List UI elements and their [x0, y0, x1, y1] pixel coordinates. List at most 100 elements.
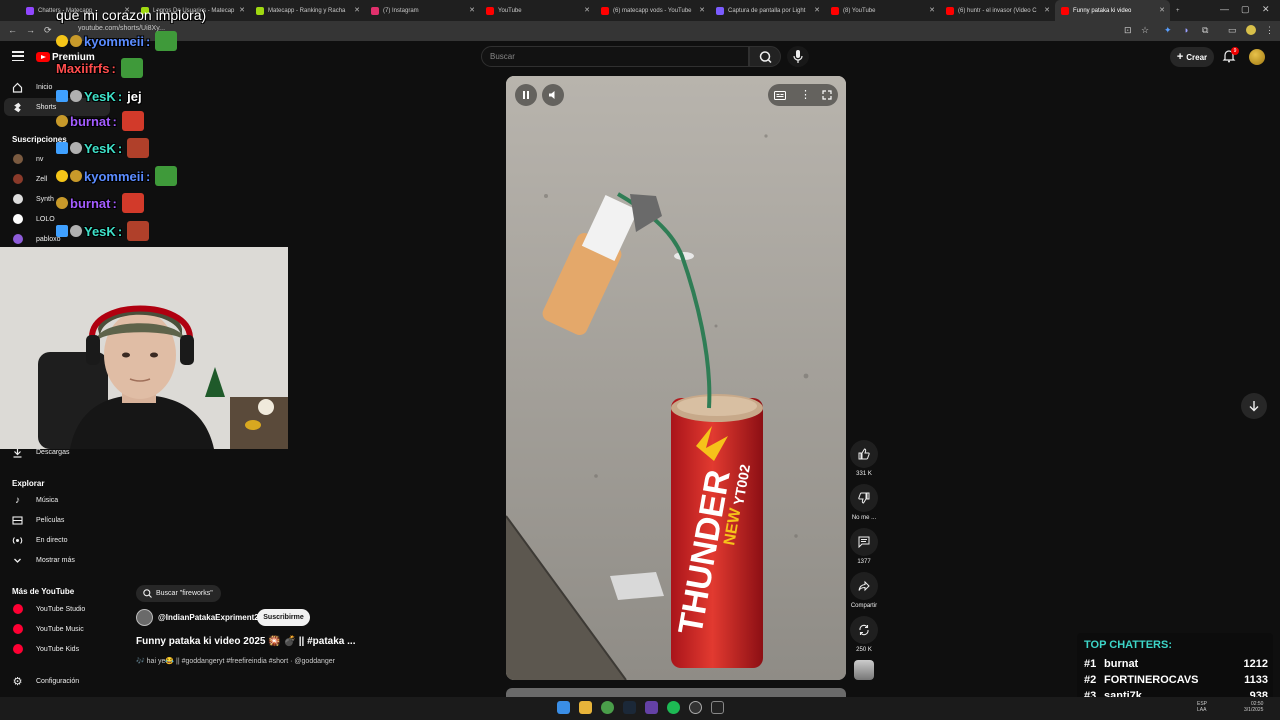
minimize-icon[interactable]: — [1220, 4, 1229, 14]
remix-button[interactable]: 250 K [848, 616, 880, 653]
plus-icon: + [1176, 51, 1184, 63]
tab-close-icon[interactable]: ✕ [1159, 6, 1165, 14]
sidebar-item-youtube-music[interactable]: YouTube Music [0, 620, 110, 638]
thumbs-up-icon [858, 448, 870, 460]
extension-icon[interactable]: ✦ [1164, 25, 1172, 36]
install-icon[interactable]: ⊡ [1124, 25, 1132, 36]
sidebar-item-mostrar-mas[interactable]: Mostrar más [0, 551, 110, 569]
share-button[interactable]: Compartir [848, 572, 880, 609]
sidepanel-icon[interactable]: ▭ [1228, 25, 1237, 36]
video-description[interactable]: 🎶 hai ye😂 || #goddangeryt #freefireindia… [136, 657, 335, 665]
chrome-icon[interactable] [601, 701, 614, 714]
like-button[interactable]: 331 K [848, 440, 880, 477]
tab-close-icon[interactable]: ✕ [929, 6, 935, 14]
chat-username: YesK [84, 223, 116, 239]
reload-icon[interactable]: ⟳ [44, 25, 52, 36]
search-button[interactable] [749, 46, 781, 67]
sidebar-item-youtube-kids[interactable]: YouTube Kids [0, 640, 110, 658]
twitch-icon[interactable] [645, 701, 658, 714]
youtube-logo-icon[interactable] [36, 52, 50, 62]
browser-tab-active[interactable]: Funny pataka ki video ✕ [1055, 0, 1170, 21]
home-icon [12, 82, 23, 93]
spotify-icon[interactable] [667, 701, 680, 714]
sidebar-item-label: Inicio [36, 83, 53, 91]
bookmark-star-icon[interactable]: ☆ [1141, 25, 1149, 36]
chat-colon: : [117, 140, 123, 156]
sidebar-item-configuracion[interactable]: ⚙ Configuración [0, 672, 110, 690]
extension-icon[interactable]: ◑ [1183, 25, 1188, 35]
new-tab-button[interactable]: + [1170, 0, 1190, 21]
hamburger-menu-icon[interactable] [12, 51, 24, 61]
create-button[interactable]: + Crear [1170, 47, 1214, 67]
sidebar-item-peliculas[interactable]: Películas [0, 511, 110, 529]
obs-icon[interactable] [689, 701, 702, 714]
browser-tab[interactable]: YouTube ✕ [480, 0, 595, 21]
shorts-video-player[interactable]: THUNDER NEW YT002 ⋮ [506, 76, 846, 680]
tab-close-icon[interactable]: ✕ [584, 6, 590, 14]
clock[interactable]: 02:50 3/1/2025 [1244, 701, 1263, 713]
tab-close-icon[interactable]: ✕ [469, 6, 475, 14]
search-input[interactable]: Buscar [481, 46, 749, 67]
santa-emote-icon [121, 111, 144, 131]
tab-close-icon[interactable]: ✕ [239, 6, 245, 14]
coin-badge-icon [56, 115, 68, 127]
tab-favicon-icon [1061, 6, 1069, 15]
pause-icon [523, 91, 529, 99]
comments-button[interactable]: 1377 [848, 528, 880, 565]
tab-label: Captura de pantalla por Light [728, 7, 806, 14]
tab-close-icon[interactable]: ✕ [814, 6, 820, 14]
account-avatar[interactable] [1249, 49, 1265, 65]
windows-start-icon[interactable] [557, 701, 570, 714]
channel-name[interactable]: @IndianPatakaExpriment2 [158, 613, 259, 622]
fullscreen-icon[interactable] [822, 90, 832, 100]
file-explorer-icon[interactable] [579, 701, 592, 714]
window-close-icon[interactable]: ✕ [1262, 4, 1270, 15]
sound-thumbnail[interactable] [854, 660, 874, 680]
sidebar-item-label: Zell [36, 175, 48, 183]
pause-button[interactable] [515, 84, 537, 106]
next-video-button[interactable] [1241, 393, 1267, 419]
chat-message: burnat: [56, 109, 144, 133]
sidebar-item-musica[interactable]: ♪ Música [0, 491, 110, 509]
browser-tab[interactable]: (8) YouTube ✕ [825, 0, 940, 21]
dislike-button[interactable]: No me ... [848, 484, 880, 521]
sidebar-item-label: Synth [36, 195, 54, 203]
crown-badge-icon [56, 170, 68, 182]
back-icon[interactable]: ← [8, 25, 17, 35]
browser-tab[interactable]: Captura de pantalla por Light ✕ [710, 0, 825, 21]
sidebar-item-label: Configuración [36, 677, 80, 685]
tab-close-icon[interactable]: ✕ [1044, 6, 1050, 14]
browser-tab[interactable]: (6) huntr - el invasor (Video C ✕ [940, 0, 1055, 21]
subscribe-button[interactable]: Suscribirme [257, 609, 310, 626]
browser-tab[interactable]: (7) Instagram ✕ [365, 0, 480, 21]
volume-button[interactable] [542, 84, 564, 106]
system-tray[interactable]: ESP LAA [1197, 701, 1207, 713]
sidebar-item-label: Películas [36, 516, 65, 524]
search-suggestion-chip[interactable]: Buscar "fireworks" [136, 585, 221, 602]
chatter-count: 1212 [1243, 658, 1268, 670]
profile-icon[interactable] [1246, 25, 1256, 35]
extensions-puzzle-icon[interactable]: ⧉ [1202, 25, 1208, 36]
browser-tab[interactable]: Matecapp - Ranking y Racha ✕ [250, 0, 365, 21]
browser-menu-icon[interactable]: ⋮ [1265, 25, 1274, 36]
captions-icon[interactable] [774, 91, 786, 100]
maximize-icon[interactable]: ▢ [1241, 4, 1250, 15]
sidebar-item-label: Mostrar más [36, 556, 75, 564]
channel-avatar[interactable] [136, 609, 153, 626]
sidebar-item-youtube-studio[interactable]: YouTube Studio [0, 600, 110, 618]
steam-icon[interactable] [623, 701, 636, 714]
tab-close-icon[interactable]: ✕ [699, 6, 705, 14]
voice-search-button[interactable] [787, 46, 809, 67]
browser-tab[interactable]: (6) matecapp vods - YouTube ✕ [595, 0, 710, 21]
video-title[interactable]: Funny pataka ki video 2025 🎇 💣 || #patak… [136, 636, 355, 647]
forward-icon[interactable]: → [26, 25, 35, 35]
chatter-name: burnat [1104, 658, 1139, 670]
tab-close-icon[interactable]: ✕ [354, 6, 360, 14]
chat-message: burnat: [56, 191, 144, 215]
notification-count-badge: 9 [1231, 47, 1239, 55]
helmet-badge-icon [70, 142, 82, 154]
more-options-icon[interactable]: ⋮ [800, 88, 811, 101]
chat-overlay-message: que mi corazon implora) [56, 7, 207, 23]
capture-app-icon[interactable] [711, 701, 724, 714]
sidebar-item-en-directo[interactable]: En directo [0, 531, 110, 549]
